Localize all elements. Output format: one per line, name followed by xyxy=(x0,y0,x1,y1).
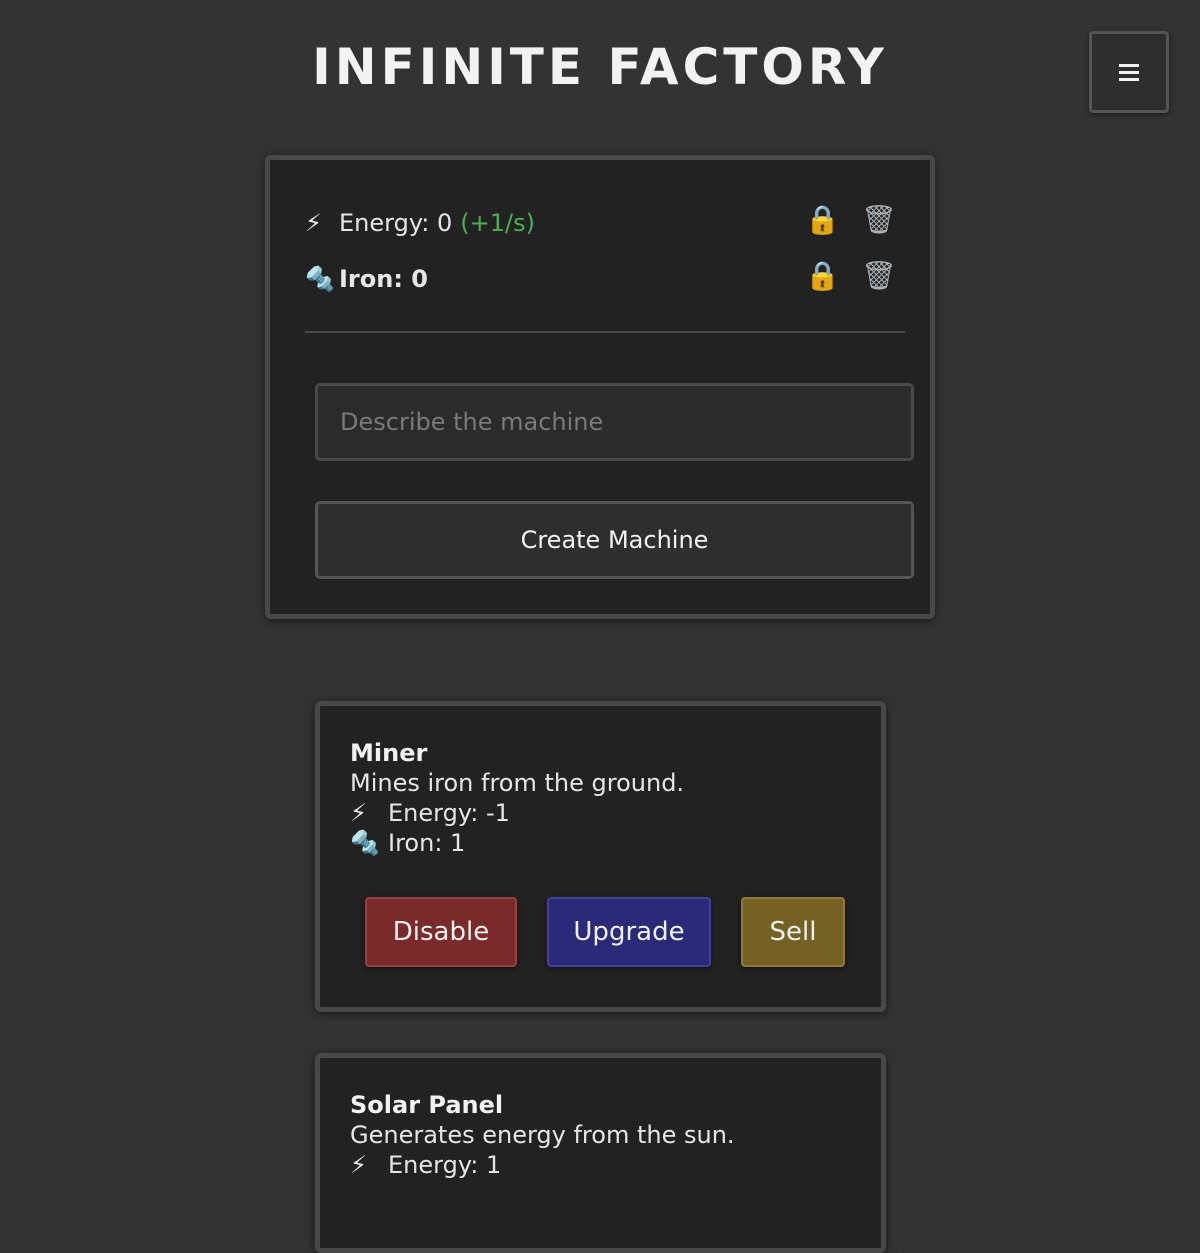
sell-button[interactable]: Sell xyxy=(741,897,845,967)
resource-rate: (+1/s) xyxy=(460,209,535,237)
machine-name: Miner xyxy=(350,739,428,767)
lightning-icon: ⚡ xyxy=(350,799,367,827)
machine-stat-iron: 🔩 Iron: 1 xyxy=(350,828,684,858)
disable-button[interactable]: Disable xyxy=(365,897,517,967)
describe-machine-input[interactable] xyxy=(315,383,914,461)
machine-stat-energy: ⚡ Energy: 1 xyxy=(350,1150,735,1180)
bolt-nut-icon: 🔩 xyxy=(350,829,380,857)
lightning-icon: ⚡ xyxy=(305,209,322,237)
machine-stat-energy: ⚡ Energy: -1 xyxy=(350,798,684,828)
resource-panel: ⚡ Energy: 0 (+1/s) 🔒 🗑 🔩 Iron: 0 🔒 🗑 Cre… xyxy=(265,155,935,619)
lightning-icon: ⚡ xyxy=(350,1151,367,1179)
machine-card-miner: Miner Mines iron from the ground. ⚡ Ener… xyxy=(315,701,886,1012)
resource-row-energy: ⚡ Energy: 0 (+1/s) 🔒 🗑 xyxy=(305,203,897,243)
bolt-nut-icon: 🔩 xyxy=(305,265,335,293)
machine-name: Solar Panel xyxy=(350,1091,504,1119)
resource-row-iron: 🔩 Iron: 0 🔒 🗑 xyxy=(305,259,897,299)
resource-label: Iron: 0 xyxy=(339,265,428,293)
upgrade-button[interactable]: Upgrade xyxy=(547,897,711,967)
stat-text: Iron: 1 xyxy=(388,829,466,857)
stat-text: Energy: 1 xyxy=(388,1151,502,1179)
trash-icon[interactable]: 🗑 xyxy=(861,259,897,292)
machine-card-solar-panel: Solar Panel Generates energy from the su… xyxy=(315,1053,886,1253)
divider xyxy=(305,331,905,333)
lock-icon[interactable]: 🔒 xyxy=(805,203,840,236)
lock-icon[interactable]: 🔒 xyxy=(805,259,840,292)
machine-description: Mines iron from the ground. xyxy=(350,769,685,797)
hamburger-menu-icon xyxy=(1119,63,1139,81)
stat-text: Energy: -1 xyxy=(388,799,510,827)
trash-icon[interactable]: 🗑 xyxy=(861,203,897,236)
create-machine-button[interactable]: Create Machine xyxy=(315,501,914,579)
resource-label: Energy: 0 xyxy=(339,209,453,237)
menu-button[interactable] xyxy=(1089,31,1169,113)
page-title: INFINITE FACTORY xyxy=(312,38,888,96)
machine-description: Generates energy from the sun. xyxy=(350,1121,735,1149)
